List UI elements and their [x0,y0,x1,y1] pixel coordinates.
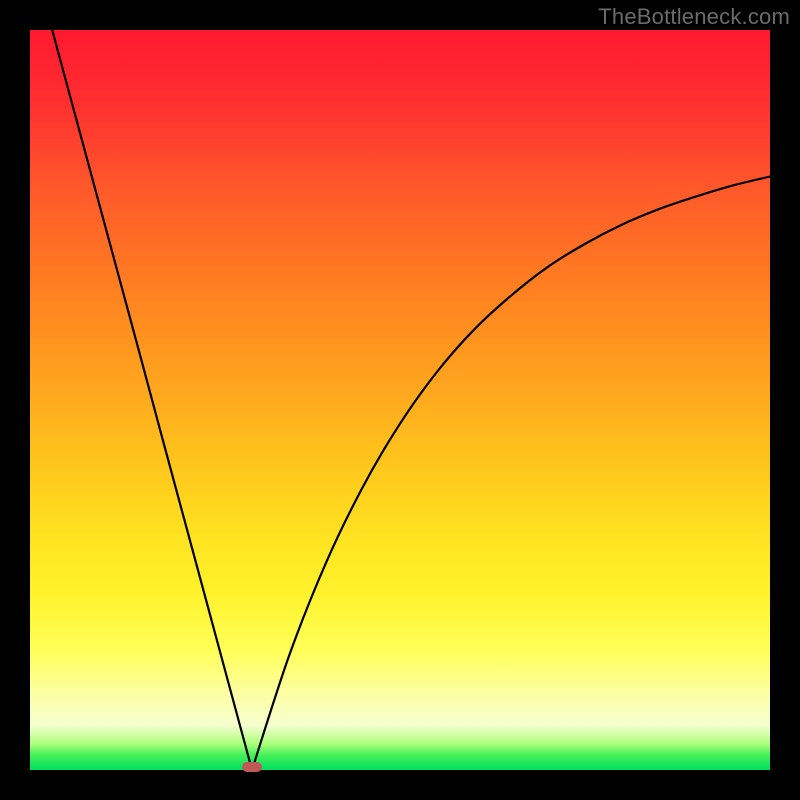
curve-path [52,30,770,770]
bottleneck-curve [30,30,770,770]
plot-area [30,30,770,770]
chart-frame: TheBottleneck.com [0,0,800,800]
minimum-marker [242,762,262,772]
watermark-text: TheBottleneck.com [598,4,790,30]
